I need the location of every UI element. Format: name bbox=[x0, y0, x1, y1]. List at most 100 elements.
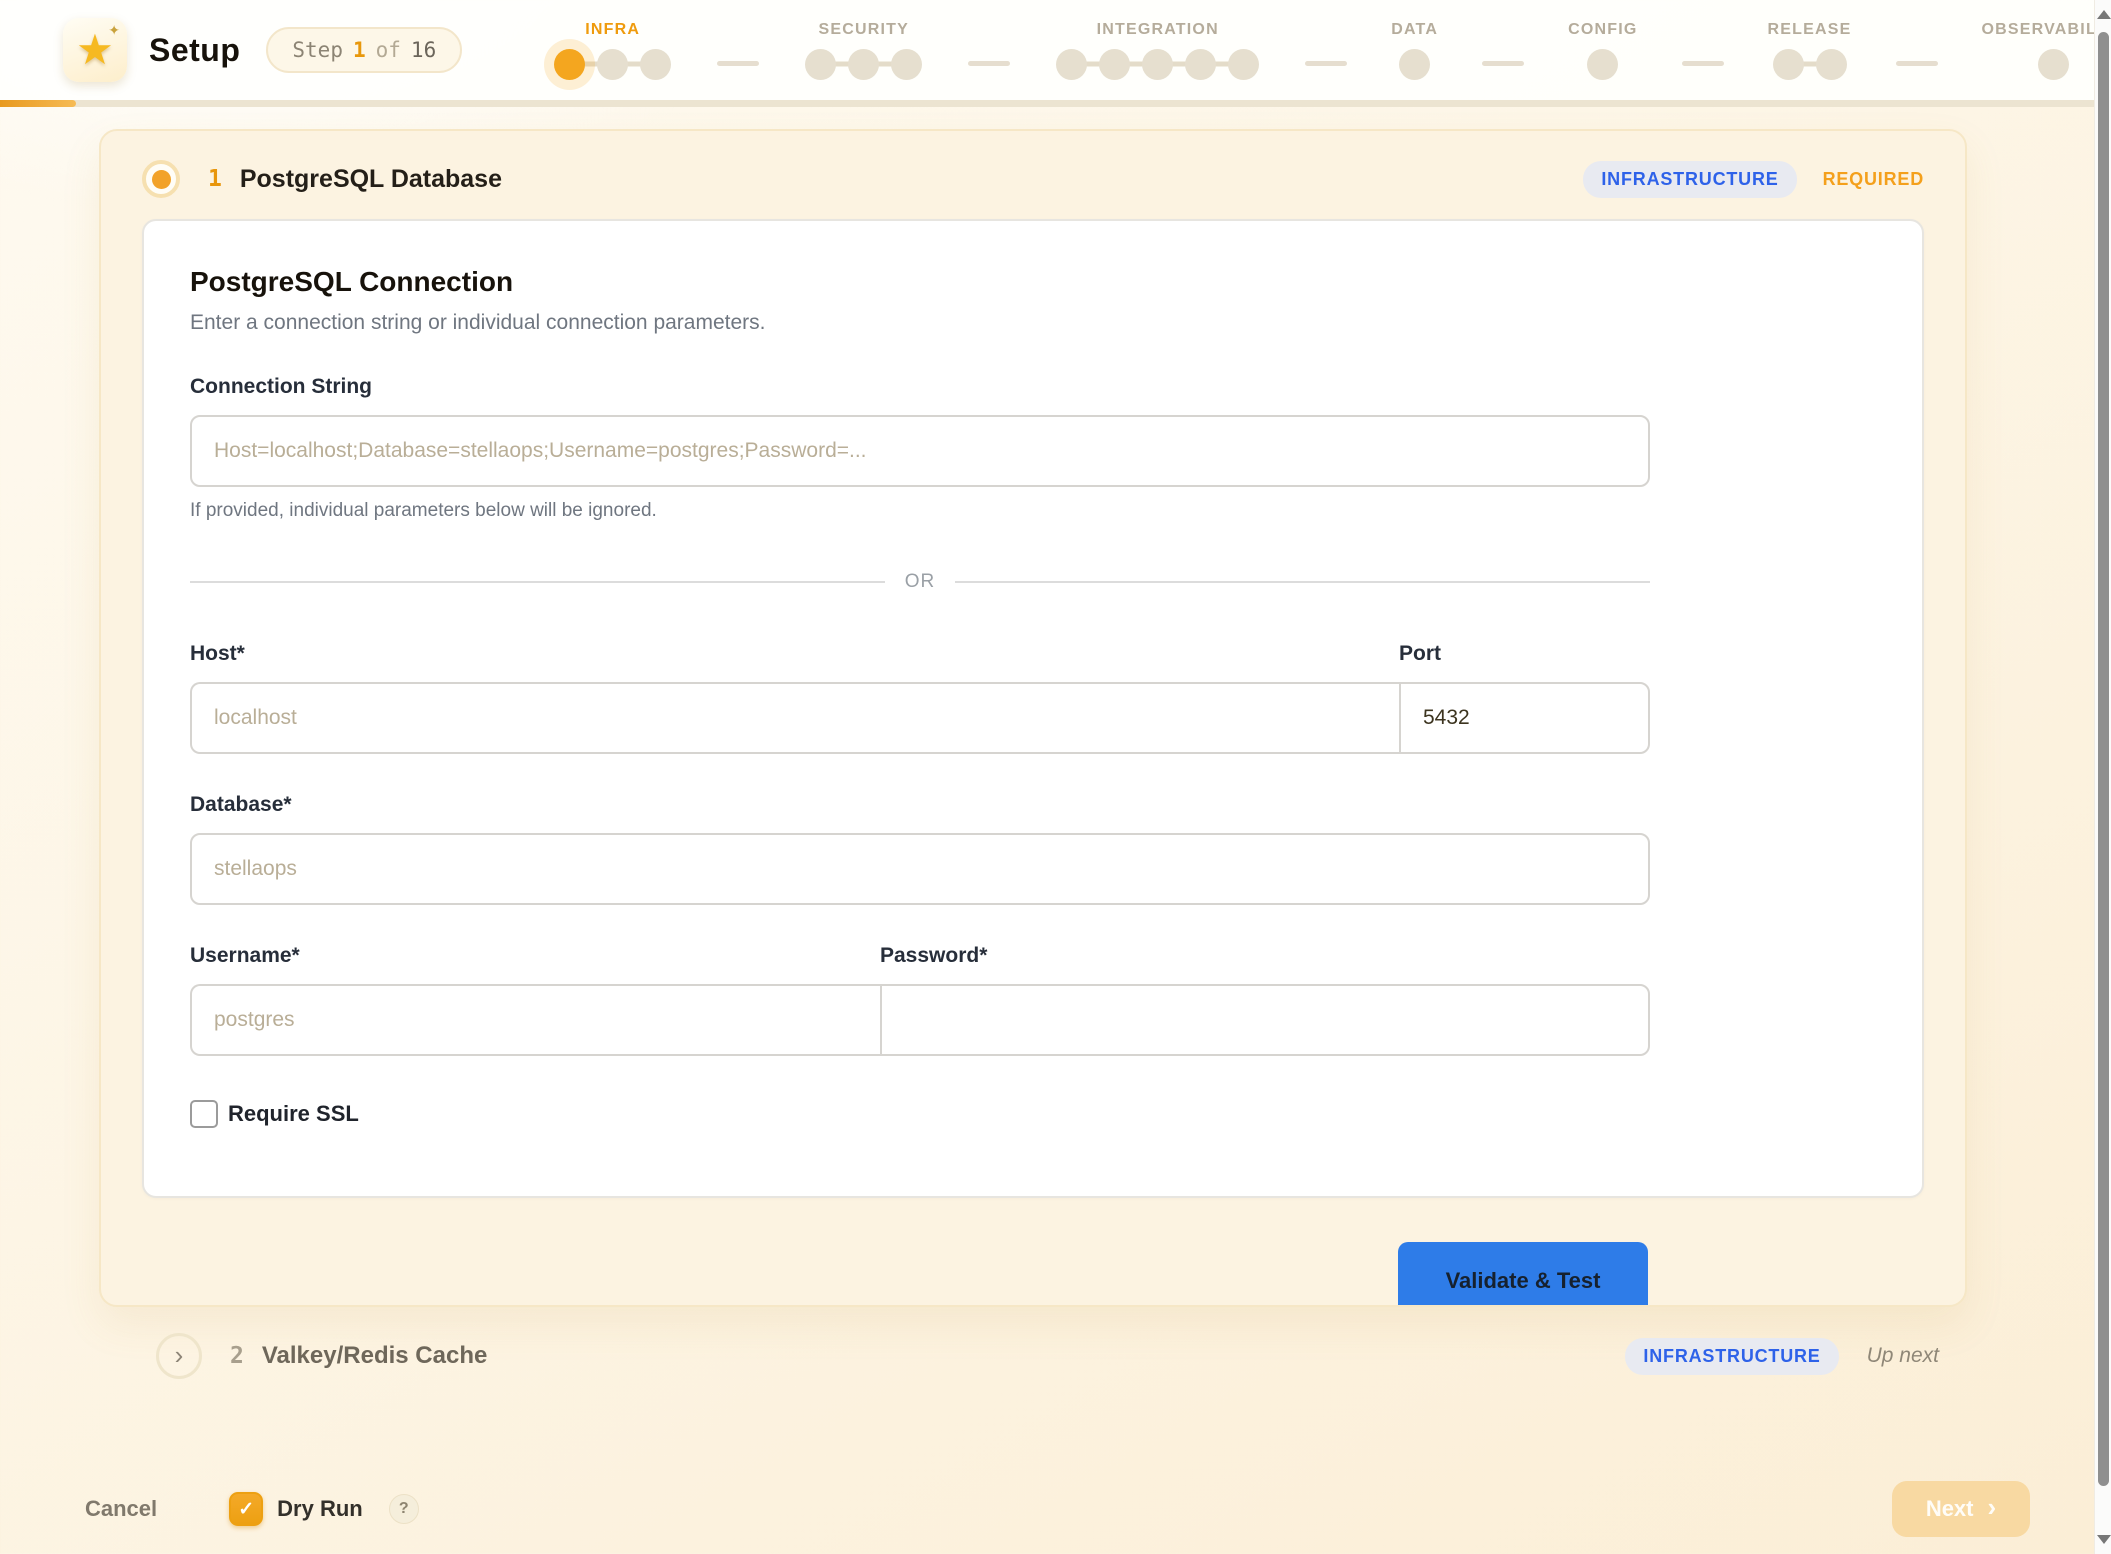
stepper: INFRA SECURITY INTEGRATION DATA CONFIG RELEAS… bbox=[552, 21, 2111, 80]
username-input[interactable] bbox=[190, 984, 880, 1056]
step-dot bbox=[1056, 49, 1087, 80]
step2-number: 2 bbox=[230, 1343, 244, 1369]
step-dot bbox=[597, 49, 628, 80]
host-label: Host* bbox=[190, 641, 1399, 667]
step-dot bbox=[1142, 49, 1173, 80]
stepper-group-label: SECURITY bbox=[818, 21, 909, 39]
stepper-dots bbox=[552, 49, 673, 80]
step-dot bbox=[1816, 49, 1847, 80]
step-dot bbox=[640, 49, 671, 80]
stepper-group-label: CONFIG bbox=[1568, 21, 1637, 39]
next-label: Next bbox=[1926, 1496, 1974, 1522]
cancel-button[interactable]: Cancel bbox=[85, 1496, 157, 1522]
stepper-separator bbox=[1482, 61, 1524, 66]
stepper-dots bbox=[1054, 49, 1261, 80]
wizard-footer: Cancel ✓ Dry Run ? Next › bbox=[0, 1464, 2094, 1554]
stepper-group-integration: INTEGRATION bbox=[1054, 21, 1261, 80]
ssl-checkbox[interactable]: ✓ bbox=[190, 1100, 218, 1128]
stepper-separator bbox=[1305, 61, 1347, 66]
postgres-form-panel: PostgreSQL Connection Enter a connection… bbox=[142, 219, 1924, 1198]
form-subtitle: Enter a connection string or individual … bbox=[190, 310, 1650, 336]
stepper-group-label: DATA bbox=[1391, 21, 1438, 39]
step1-radio-indicator[interactable] bbox=[142, 160, 180, 198]
stepper-dots bbox=[1585, 49, 1620, 80]
app-window: ★ ✦ Setup Step 1 of 16 INFRASECURITYINTE… bbox=[0, 0, 2111, 1379]
next-button[interactable]: Next › bbox=[1892, 1481, 2030, 1537]
help-icon[interactable]: ? bbox=[389, 1494, 419, 1524]
required-badge: REQUIRED bbox=[1823, 169, 1924, 190]
validate-row: Validate & Test bbox=[142, 1242, 1648, 1307]
step1-card: 1 PostgreSQL Database INFRASTRUCTURE REQ… bbox=[99, 129, 1967, 1307]
step1-title: PostgreSQL Database bbox=[240, 165, 502, 194]
stepper-group-data: DATA bbox=[1391, 21, 1438, 80]
stepper-dots bbox=[1397, 49, 1432, 80]
check-icon: ✓ bbox=[238, 1498, 254, 1521]
connection-string-hint: If provided, individual parameters below… bbox=[190, 499, 1650, 523]
stepper-group-label: RELEASE bbox=[1768, 21, 1852, 39]
connection-string-label: Connection String bbox=[190, 374, 1650, 400]
step-dot bbox=[891, 49, 922, 80]
step-dot bbox=[1228, 49, 1259, 80]
step2-title: Valkey/Redis Cache bbox=[262, 1342, 487, 1370]
step-dot bbox=[805, 49, 836, 80]
step-dot bbox=[2038, 49, 2069, 80]
step-total: 16 bbox=[411, 38, 436, 62]
dry-run-label: Dry Run bbox=[277, 1496, 363, 1522]
step1-header[interactable]: 1 PostgreSQL Database INFRASTRUCTURE REQ… bbox=[142, 147, 1924, 211]
radio-dot-icon bbox=[152, 170, 171, 189]
stepper-dots bbox=[1771, 49, 1849, 80]
sparkle-icon: ✦ bbox=[108, 22, 120, 39]
ssl-label: Require SSL bbox=[228, 1101, 359, 1127]
stepper-group-config: CONFIG bbox=[1568, 21, 1637, 80]
step-dot bbox=[1587, 49, 1618, 80]
step-current: 1 bbox=[353, 38, 366, 62]
stepper-separator bbox=[968, 61, 1010, 66]
stepper-group-release: RELEASE bbox=[1768, 21, 1852, 80]
step-word: Step bbox=[292, 38, 343, 62]
divider-line bbox=[190, 581, 885, 583]
stepper-separator bbox=[717, 61, 759, 66]
stepper-group-label: OBSERVABILITY bbox=[1982, 21, 2111, 39]
stepper-group-label: INTEGRATION bbox=[1097, 21, 1219, 39]
form-heading: PostgreSQL Connection bbox=[190, 266, 1650, 298]
stepper-separator bbox=[1896, 61, 1938, 66]
step-progress-badge: Step 1 of 16 bbox=[266, 27, 462, 73]
password-input[interactable] bbox=[880, 984, 1650, 1056]
step-dot bbox=[1099, 49, 1130, 80]
step-dot bbox=[1399, 49, 1430, 80]
step2-row[interactable]: › 2 Valkey/Redis Cache INFRASTRUCTURE Up… bbox=[0, 1333, 2111, 1379]
stepper-group-label: INFRA bbox=[585, 21, 640, 39]
username-label: Username* bbox=[190, 943, 880, 969]
or-text: OR bbox=[905, 571, 936, 593]
of-word: of bbox=[376, 38, 401, 62]
divider-line bbox=[955, 581, 1650, 583]
app-header: ★ ✦ Setup Step 1 of 16 INFRASECURITYINTE… bbox=[0, 0, 2111, 100]
scrollbar-thumb[interactable] bbox=[2098, 32, 2109, 1486]
dry-run-checkbox[interactable]: ✓ bbox=[229, 1492, 263, 1526]
or-divider: OR bbox=[190, 571, 1650, 593]
stepper-dots bbox=[803, 49, 924, 80]
chevron-right-icon: › bbox=[175, 1342, 184, 1368]
step1-number: 1 bbox=[208, 166, 222, 192]
host-input[interactable] bbox=[190, 682, 1399, 754]
step2-category-badge: INFRASTRUCTURE bbox=[1625, 1338, 1838, 1375]
step-dot bbox=[1185, 49, 1216, 80]
port-label: Port bbox=[1399, 641, 1650, 667]
vertical-scrollbar bbox=[2094, 0, 2111, 1554]
password-label: Password* bbox=[880, 943, 1650, 969]
stepper-group-observability: OBSERVABILITY bbox=[1982, 21, 2111, 80]
step2-expand-button[interactable]: › bbox=[156, 1333, 202, 1379]
database-input[interactable] bbox=[190, 833, 1650, 905]
database-label: Database* bbox=[190, 792, 1650, 818]
step2-badges: INFRASTRUCTURE Up next bbox=[1625, 1338, 1939, 1375]
connection-string-input[interactable] bbox=[190, 415, 1650, 487]
port-input[interactable] bbox=[1399, 682, 1650, 754]
step2-status: Up next bbox=[1867, 1344, 1939, 1368]
step-dot bbox=[554, 49, 585, 80]
scroll-down-icon[interactable] bbox=[2097, 1535, 2111, 1544]
scroll-up-icon[interactable] bbox=[2097, 10, 2111, 19]
validate-test-button[interactable]: Validate & Test bbox=[1398, 1242, 1648, 1307]
app-logo: ★ ✦ bbox=[63, 18, 127, 82]
step-dot bbox=[1773, 49, 1804, 80]
dry-run-group: ✓ Dry Run ? bbox=[229, 1492, 419, 1526]
